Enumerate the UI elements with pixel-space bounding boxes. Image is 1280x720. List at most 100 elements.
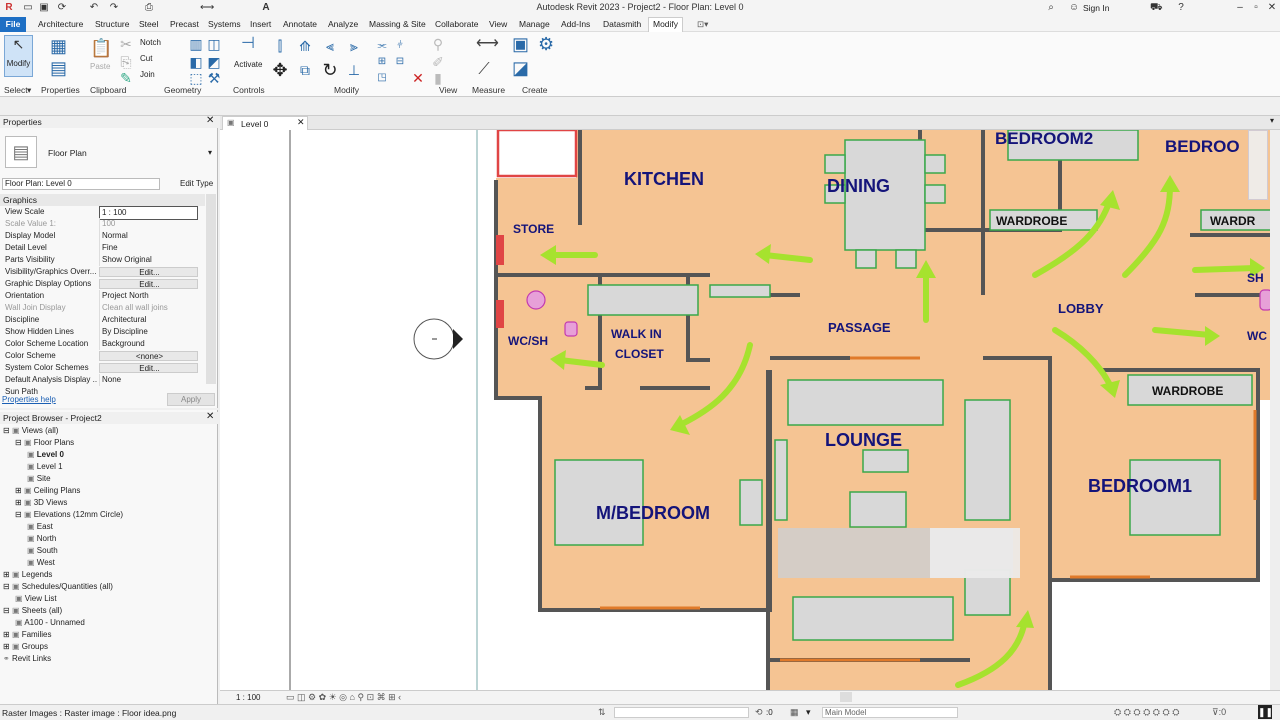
tab-modify[interactable]: Modify xyxy=(648,17,684,32)
property-row[interactable]: System Color Schemes Edit... xyxy=(0,362,205,374)
tab-architecture[interactable]: Architecture xyxy=(38,19,83,29)
properties-scrollbar[interactable] xyxy=(206,194,216,384)
modify-button[interactable]: ↖ Modify xyxy=(4,35,33,77)
expand-icon[interactable]: ⊞ xyxy=(3,642,12,651)
cart-icon[interactable]: ⛟ xyxy=(1150,2,1163,14)
user-icon[interactable]: ☺ xyxy=(1068,2,1080,14)
sign-in-link[interactable]: Sign In xyxy=(1083,3,1109,13)
tab-level-0[interactable]: ▣ Level 0 ✕ xyxy=(222,116,308,130)
browser-item-east[interactable]: ▣ East xyxy=(27,521,53,532)
mirror-draw-icon[interactable]: ⫸ xyxy=(346,38,362,54)
property-value[interactable]: Show Original xyxy=(99,254,198,266)
override-icon[interactable]: ▮ xyxy=(430,70,446,86)
browser-item-schedules[interactable]: ⊟ ▣ Schedules/Quantities (all) xyxy=(3,581,113,592)
unpin-icon[interactable]: ⊟ xyxy=(392,54,408,70)
array-icon[interactable]: ⊞ xyxy=(374,54,390,70)
close-window-icon[interactable]: ✕ xyxy=(1266,2,1278,14)
tab-systems[interactable]: Systems xyxy=(208,19,241,29)
panel-select-label[interactable]: Select xyxy=(4,85,28,95)
properties-icon[interactable]: ▦ xyxy=(50,37,67,55)
property-row[interactable]: Visibility/Graphics Overr... Edit... xyxy=(0,266,205,278)
move-icon[interactable]: ✥ xyxy=(272,61,288,79)
demolish-icon[interactable]: ◩ xyxy=(206,54,222,70)
collapse-icon[interactable]: ⊟ xyxy=(3,606,12,615)
floor-plan-raster[interactable]: KITCHEN DINING BEDROOM2 BEDROO STORE WAR… xyxy=(220,130,1272,692)
vertical-scrollbar[interactable] xyxy=(1270,130,1280,692)
pause-icon[interactable]: ❚❚ xyxy=(1258,705,1273,719)
tab-annotate[interactable]: Annotate xyxy=(283,19,317,29)
hide-icon[interactable]: ✐ xyxy=(430,54,446,70)
browser-item-south[interactable]: ▣ South xyxy=(27,545,58,556)
browser-item-sheets[interactable]: ⊟ ▣ Sheets (all) xyxy=(3,605,62,616)
property-row[interactable]: Orientation Project North xyxy=(0,290,205,302)
browser-item-level-0[interactable]: ▣ Level 0 xyxy=(27,449,64,460)
match-icon[interactable]: ✎ xyxy=(118,70,134,86)
property-row[interactable]: Wall Join Display Clean all wall joins xyxy=(0,302,205,314)
collapse-icon[interactable]: ⊟ xyxy=(15,438,24,447)
property-value[interactable]: <none> xyxy=(99,351,198,361)
select-dropdown-icon[interactable]: ▾ xyxy=(27,85,31,96)
collapse-icon[interactable]: ⊟ xyxy=(3,426,12,435)
browser-item-north[interactable]: ▣ North xyxy=(27,533,56,544)
type-properties-icon[interactable]: ▤ xyxy=(50,59,67,77)
create-group-icon[interactable]: ▣ xyxy=(512,35,529,53)
property-row[interactable]: View Scale 1 : 100 xyxy=(0,206,205,220)
browser-item-families[interactable]: ⊞ ▣ Families xyxy=(3,629,52,640)
property-row[interactable]: Color Scheme <none> xyxy=(0,350,205,362)
pin-icon[interactable]: ⫩ xyxy=(392,38,408,54)
browser-item-elevations[interactable]: ⊟ ▣ Elevations (12mm Circle) xyxy=(15,509,123,520)
measure-distance-icon[interactable]: ⟷ xyxy=(476,36,499,52)
type-selector[interactable]: Floor Plan xyxy=(48,148,87,158)
selection-filters-icons[interactable]: ⛭ ⛭ ⛭ ⛭ ⛭ ⛭ ⛭ xyxy=(1114,707,1179,718)
offset-icon[interactable]: ⟰ xyxy=(297,38,313,54)
model-dropdown[interactable]: Main Model xyxy=(822,707,958,718)
create-parts-icon[interactable]: ◪ xyxy=(512,59,529,77)
tab-view[interactable]: View xyxy=(489,19,507,29)
mirror-pick-icon[interactable]: ⫷ xyxy=(322,38,338,54)
tab-structure[interactable]: Structure xyxy=(95,19,130,29)
browser-item-sheet-a100[interactable]: ▣ A100 - Unnamed xyxy=(15,617,85,628)
editable-only-icon[interactable]: ▦ xyxy=(790,707,799,718)
browser-item-legends[interactable]: ⊞ ▣ Legends xyxy=(3,569,52,580)
notch-button[interactable]: Notch xyxy=(140,38,161,47)
workset-dropdown[interactable] xyxy=(614,707,749,718)
expand-icon[interactable]: ⊞ xyxy=(3,630,12,639)
rotate-icon[interactable]: ↻ xyxy=(322,61,338,79)
property-value[interactable]: 100 xyxy=(99,218,198,230)
property-value[interactable]: Background xyxy=(99,338,198,350)
browser-item-view-list[interactable]: ▣ View List xyxy=(15,593,57,604)
tab-precast[interactable]: Precast xyxy=(170,19,199,29)
browser-item-groups[interactable]: ⊞ ▣ Groups xyxy=(3,641,48,652)
type-dropdown-icon[interactable]: ▾ xyxy=(208,148,212,157)
property-value[interactable]: By Discipline xyxy=(99,326,198,338)
copy-icon[interactable]: ⎘ xyxy=(118,54,134,70)
tab-add-ins[interactable]: Add-Ins xyxy=(561,19,590,29)
browser-item-level-1[interactable]: ▣ Level 1 xyxy=(27,461,63,472)
property-row[interactable]: Show Hidden Lines By Discipline xyxy=(0,326,205,338)
property-value[interactable]: Clean all wall joins xyxy=(99,302,198,314)
wall-joins-icon[interactable]: ◧ xyxy=(188,54,204,70)
copy-element-icon[interactable]: ⧉ xyxy=(297,62,313,78)
navigation-bar[interactable] xyxy=(1248,130,1268,200)
property-value[interactable]: Fine xyxy=(99,242,198,254)
tab-collaborate[interactable]: Collaborate xyxy=(435,19,478,29)
expand-icon[interactable]: ⊞ xyxy=(15,498,24,507)
close-browser-icon[interactable]: ✕ xyxy=(206,411,214,422)
property-row[interactable]: Default Analysis Display ... None xyxy=(0,374,205,386)
align-icon[interactable]: ⫿ xyxy=(272,38,288,54)
cut-geometry-button[interactable]: Cut xyxy=(140,54,152,63)
view-tool-icon[interactable]: ⚲ xyxy=(430,36,446,52)
apply-button[interactable]: Apply xyxy=(167,393,215,406)
browser-item-site[interactable]: ▣ Site xyxy=(27,473,51,484)
maximize-icon[interactable]: ▫ xyxy=(1250,2,1262,14)
scale-icon[interactable]: ◳ xyxy=(374,70,390,86)
trim-icon[interactable]: ⊥ xyxy=(346,62,362,78)
browser-item-floor-plans[interactable]: ⊟ ▣ Floor Plans xyxy=(15,437,74,448)
collapse-icon[interactable]: ⊟ xyxy=(15,510,24,519)
paint-icon[interactable]: ⬚ xyxy=(188,70,204,86)
property-value[interactable]: Project North xyxy=(99,290,198,302)
expand-icon[interactable]: ⊞ xyxy=(15,486,24,495)
property-value[interactable]: None xyxy=(99,374,198,386)
tab-menu-icon[interactable]: ▾ xyxy=(1270,116,1274,125)
tab-steel[interactable]: Steel xyxy=(139,19,158,29)
